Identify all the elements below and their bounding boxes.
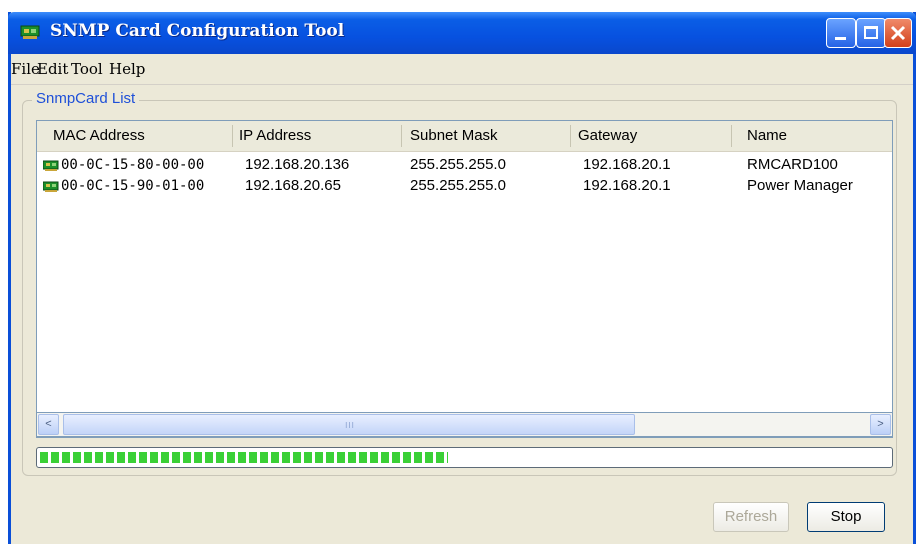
column-header-mac[interactable]: MAC Address [53, 121, 145, 151]
maximize-button[interactable] [856, 18, 886, 48]
column-header-gateway[interactable]: Gateway [578, 121, 637, 151]
grip-icon: III [345, 421, 355, 430]
menu-tool[interactable]: Tool [71, 60, 103, 78]
cell-mac: 00-0C-15-80-00-00 [61, 157, 205, 173]
cell-subnet: 255.255.255.0 [410, 156, 506, 173]
cell-mac: 00-0C-15-90-01-00 [61, 178, 205, 194]
minimize-button[interactable] [826, 18, 856, 48]
cell-gateway: 192.168.20.1 [583, 177, 671, 194]
menu-bar: File Edit Tool Help [11, 54, 913, 85]
menu-help[interactable]: Help [109, 60, 145, 78]
menu-file[interactable]: File [11, 60, 40, 78]
menu-edit[interactable]: Edit [37, 60, 68, 78]
network-card-icon [42, 180, 61, 192]
table-row[interactable]: 00-0C-15-80-00-00 192.168.20.136 255.255… [37, 154, 892, 176]
snmpcard-list[interactable]: MAC Address IP Address Subnet Mask Gatew… [36, 120, 893, 438]
scroll-thumb[interactable]: III [63, 414, 635, 435]
cell-name: Power Manager [747, 177, 853, 194]
cell-name: RMCARD100 [747, 156, 838, 173]
title-bar[interactable]: SNMP Card Configuration Tool [8, 12, 916, 54]
refresh-button[interactable]: Refresh [713, 502, 789, 532]
cell-subnet: 255.255.255.0 [410, 177, 506, 194]
minimize-icon [835, 37, 846, 40]
group-label: SnmpCard List [32, 90, 140, 107]
network-card-icon [42, 159, 61, 171]
close-icon [885, 19, 911, 47]
close-button[interactable] [884, 18, 912, 48]
column-header-name[interactable]: Name [747, 121, 787, 151]
maximize-icon [864, 26, 878, 39]
table-row[interactable]: 00-0C-15-90-01-00 192.168.20.65 255.255.… [37, 175, 892, 197]
column-divider[interactable] [731, 125, 732, 147]
chevron-right-icon: > [877, 418, 884, 430]
network-card-icon [20, 24, 42, 40]
column-divider[interactable] [232, 125, 233, 147]
column-divider[interactable] [570, 125, 571, 147]
scroll-right-button[interactable]: > [870, 414, 891, 435]
chevron-left-icon: < [45, 418, 52, 430]
window-title: SNMP Card Configuration Tool [50, 21, 345, 41]
cell-ip: 192.168.20.65 [245, 177, 341, 194]
column-header-subnet[interactable]: Subnet Mask [410, 121, 498, 151]
progress-bar [36, 447, 893, 468]
column-header-ip[interactable]: IP Address [239, 121, 311, 151]
cell-gateway: 192.168.20.1 [583, 156, 671, 173]
column-divider[interactable] [401, 125, 402, 147]
horizontal-scrollbar[interactable]: < III > [36, 412, 893, 437]
list-header: MAC Address IP Address Subnet Mask Gatew… [37, 121, 892, 152]
progress-fill [40, 452, 448, 463]
cell-ip: 192.168.20.136 [245, 156, 350, 173]
stop-button[interactable]: Stop [807, 502, 885, 532]
scroll-left-button[interactable]: < [38, 414, 59, 435]
